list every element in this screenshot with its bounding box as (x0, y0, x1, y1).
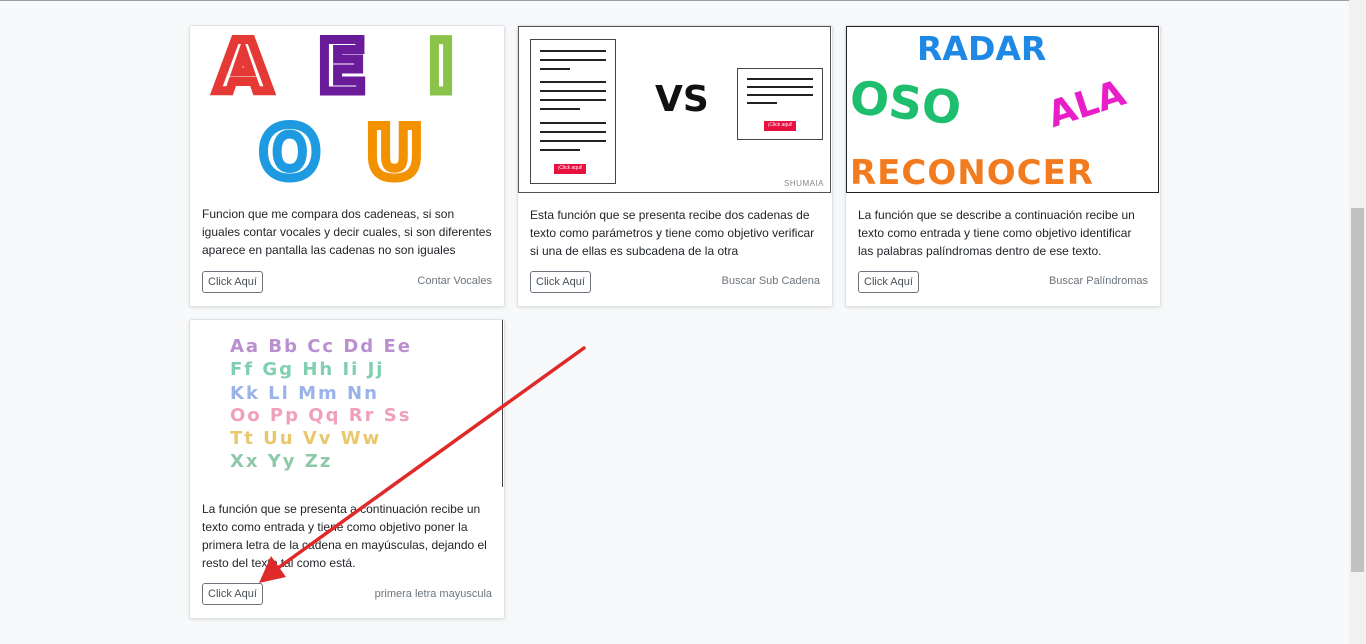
alphabet-row: Kk Ll Mm Nn (230, 383, 379, 404)
vowel-letter: E (314, 26, 371, 113)
click-aqui-mini-button: ¡Click aqui! (554, 164, 586, 174)
alphabet-row: Xx Yy Zz (230, 451, 333, 472)
click-aqui-mini-button: ¡Click aqui! (764, 121, 796, 131)
watermark-text: SHUMAIA (784, 179, 824, 188)
alphabet-row: Tt Uu Vv Ww (230, 428, 382, 449)
vowels-image: A E I O U (190, 26, 503, 193)
click-aqui-button[interactable]: Click Aquí (858, 271, 919, 293)
alphabet-row: Ff Gg Hh Ii Jj (230, 359, 385, 380)
vowel-letter: A (211, 26, 274, 113)
vowel-letter: O (256, 108, 324, 194)
top-border (0, 0, 1366, 1)
card-description: Esta función que se presenta recibe dos … (530, 208, 815, 258)
card-description: La función que se describe a continuació… (858, 208, 1135, 258)
card-function-name: Buscar Palíndromas (1048, 275, 1148, 287)
card-description: Funcion que me compara dos cadeneas, si … (202, 207, 492, 257)
vs-label: VS (655, 79, 709, 120)
card-primera-letra-mayuscula: Aa Bb Cc Dd Ee Ff Gg Hh Ii Jj Kk Ll Mm N… (189, 319, 505, 619)
card-contar-vocales: A E I O U Funcion que me compara dos cad… (189, 25, 505, 307)
card-buscar-palindromas: RADAR OSO ALA RECONOCER La función que s… (845, 25, 1161, 307)
card-function-name: Buscar Sub Cadena (721, 275, 820, 287)
click-aqui-button[interactable]: Click Aquí (202, 583, 263, 605)
alphabet-image: Aa Bb Cc Dd Ee Ff Gg Hh Ii Jj Kk Ll Mm N… (190, 320, 503, 487)
click-aqui-button[interactable]: Click Aquí (202, 271, 263, 293)
card-description: La función que se presenta a continuació… (202, 502, 487, 570)
vowel-letter: U (362, 108, 428, 194)
card-function-name: primera letra mayuscula (374, 588, 492, 600)
document-small: ¡Click aqui! (737, 68, 823, 140)
alphabet-row: Aa Bb Cc Dd Ee (230, 336, 412, 357)
page-scrollbar[interactable] (1349, 0, 1366, 644)
vowel-letter: I (423, 26, 458, 113)
card-buscar-sub-cadena: ¡Click aqui! VS ¡Click aqui! SHUMAIA Est… (517, 25, 833, 307)
substring-image: ¡Click aqui! VS ¡Click aqui! SHUMAIA (518, 26, 831, 193)
card-function-name: Contar Vocales (417, 275, 492, 287)
palindrome-word: RADAR (917, 29, 1047, 68)
document-large: ¡Click aqui! (530, 39, 616, 184)
palindrome-word: ALA (1043, 72, 1131, 136)
click-aqui-button[interactable]: Click Aquí (530, 271, 591, 293)
scrollbar-thumb[interactable] (1351, 208, 1364, 572)
palindromes-image: RADAR OSO ALA RECONOCER (846, 26, 1159, 193)
palindrome-word: OSO (847, 70, 964, 136)
alphabet-row: Oo Pp Qq Rr Ss (230, 405, 412, 426)
palindrome-word: RECONOCER (850, 153, 1094, 193)
